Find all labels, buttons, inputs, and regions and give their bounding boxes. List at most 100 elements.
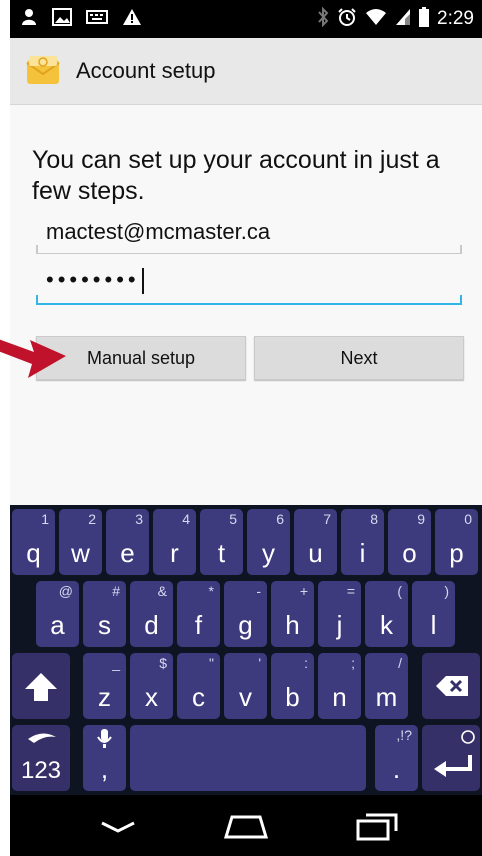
enter-icon: [422, 725, 480, 791]
key-n[interactable]: ; n: [318, 653, 361, 719]
key-secondary-label: _: [112, 655, 120, 671]
backspace-icon: [422, 653, 480, 719]
key-label: g: [238, 610, 253, 640]
key-label: o: [402, 538, 417, 568]
key-label: a: [50, 610, 65, 640]
key-u[interactable]: 7u: [294, 509, 337, 575]
key-secondary-label: 5: [229, 511, 237, 527]
key-l[interactable]: ) l: [412, 581, 455, 647]
key-q[interactable]: 1q: [12, 509, 55, 575]
notification-icon: [20, 7, 38, 32]
key-label: x: [145, 682, 158, 712]
key-s[interactable]: # s: [83, 581, 126, 647]
key-w[interactable]: 2w: [59, 509, 102, 575]
key-y[interactable]: 6y: [247, 509, 290, 575]
key-d[interactable]: & d: [130, 581, 173, 647]
home-icon[interactable]: [216, 809, 276, 843]
key-label: e: [120, 538, 135, 568]
period-key[interactable]: ,!?.: [375, 725, 418, 791]
key-label: z: [98, 682, 111, 712]
password-value: ••••••••: [46, 267, 144, 295]
field-edge-right: [460, 295, 462, 303]
key-label: b: [285, 682, 300, 712]
bluetooth-icon: [317, 6, 329, 32]
field-edge-right: [460, 245, 462, 253]
key-m[interactable]: / m: [365, 653, 408, 719]
key-label: m: [375, 682, 398, 712]
wifi-icon: [365, 8, 387, 31]
signal-icon: [395, 8, 411, 31]
alarm-icon: [337, 7, 357, 32]
key-z[interactable]: _ z: [83, 653, 126, 719]
key-e[interactable]: 3e: [106, 509, 149, 575]
key-j[interactable]: = j: [318, 581, 361, 647]
field-edge-left: [36, 295, 38, 303]
key-secondary-label: 3: [135, 511, 143, 527]
key-secondary-label: 0: [464, 511, 472, 527]
key-secondary-label: 4: [182, 511, 190, 527]
key-secondary-label: ,!?: [396, 727, 412, 743]
navigation-bar: [10, 795, 482, 856]
key-secondary-label: /: [398, 655, 402, 671]
key-secondary-label: ): [444, 583, 449, 599]
key-secondary-label: @: [58, 583, 73, 599]
key-o[interactable]: 9o: [388, 509, 431, 575]
key-b[interactable]: :b: [271, 653, 314, 719]
back-icon[interactable]: [88, 809, 148, 843]
text-cursor: [141, 268, 144, 295]
key-secondary-label: ": [209, 655, 214, 671]
page-title: Account setup: [76, 58, 216, 83]
pointer-arrow-icon: [0, 326, 68, 382]
key-secondary-label: 2: [88, 511, 96, 527]
comma-key[interactable]: ,: [83, 725, 126, 791]
key-secondary-label: +: [299, 583, 308, 599]
key-secondary-label: ': [258, 655, 261, 671]
key-label: q: [26, 538, 41, 568]
status-notifications: [20, 0, 142, 38]
key-secondary-label: ;: [351, 655, 355, 671]
numbers-key[interactable]: 123: [12, 725, 70, 791]
soft-keyboard: 1 q 2 w 3 e 4 r 5 t 6 y 7 u 8 i 9 o 0 p @ a # s & d * f - g + h = j(k) l _ z…: [10, 505, 482, 795]
key-i[interactable]: 8i: [341, 509, 384, 575]
key-a[interactable]: @ a: [36, 581, 79, 647]
next-button[interactable]: Next: [254, 336, 464, 380]
key-v[interactable]: ' v: [224, 653, 267, 719]
key-label: s: [98, 610, 111, 640]
email-value: mactest@mcmaster.ca: [46, 219, 271, 244]
key-label: w: [71, 538, 90, 568]
key-p[interactable]: 0p: [435, 509, 478, 575]
key-label: r: [170, 538, 179, 568]
key-t[interactable]: 5t: [200, 509, 243, 575]
key-r[interactable]: 4r: [153, 509, 196, 575]
key-c[interactable]: " c: [177, 653, 220, 719]
key-secondary-label: :: [304, 655, 308, 671]
key-label: h: [285, 610, 300, 640]
key-secondary-label: *: [208, 583, 214, 599]
key-secondary-label: 1: [41, 511, 49, 527]
key-secondary-label: &: [157, 583, 167, 599]
email-app-icon[interactable]: [24, 54, 62, 88]
key-x[interactable]: $ x: [130, 653, 173, 719]
password-field[interactable]: ••••••••: [36, 263, 462, 305]
status-bar: 2:29: [10, 0, 482, 38]
key-secondary-label: 6: [276, 511, 284, 527]
status-time: 2:29: [437, 8, 474, 29]
enter-key[interactable]: [422, 725, 480, 791]
backspace-key[interactable]: [422, 653, 480, 719]
key-label: f: [194, 610, 203, 640]
action-bar: Account setup: [10, 38, 482, 105]
key-f[interactable]: * f: [177, 581, 220, 647]
recents-icon[interactable]: [346, 809, 406, 843]
field-edge-left: [36, 245, 38, 253]
battery-icon: [419, 6, 430, 32]
key-k[interactable]: (k: [365, 581, 408, 647]
account-setup-form: You can set up your account in just a fe…: [10, 105, 482, 505]
key-secondary-label: 8: [370, 511, 378, 527]
email-field[interactable]: mactest@mcmaster.ca: [36, 215, 462, 254]
space-bar[interactable]: [130, 725, 366, 791]
key-label: j: [336, 610, 343, 640]
key-g[interactable]: -g: [224, 581, 267, 647]
key-label: l: [430, 610, 437, 640]
key-h[interactable]: + h: [271, 581, 314, 647]
shift-key[interactable]: [12, 653, 70, 719]
